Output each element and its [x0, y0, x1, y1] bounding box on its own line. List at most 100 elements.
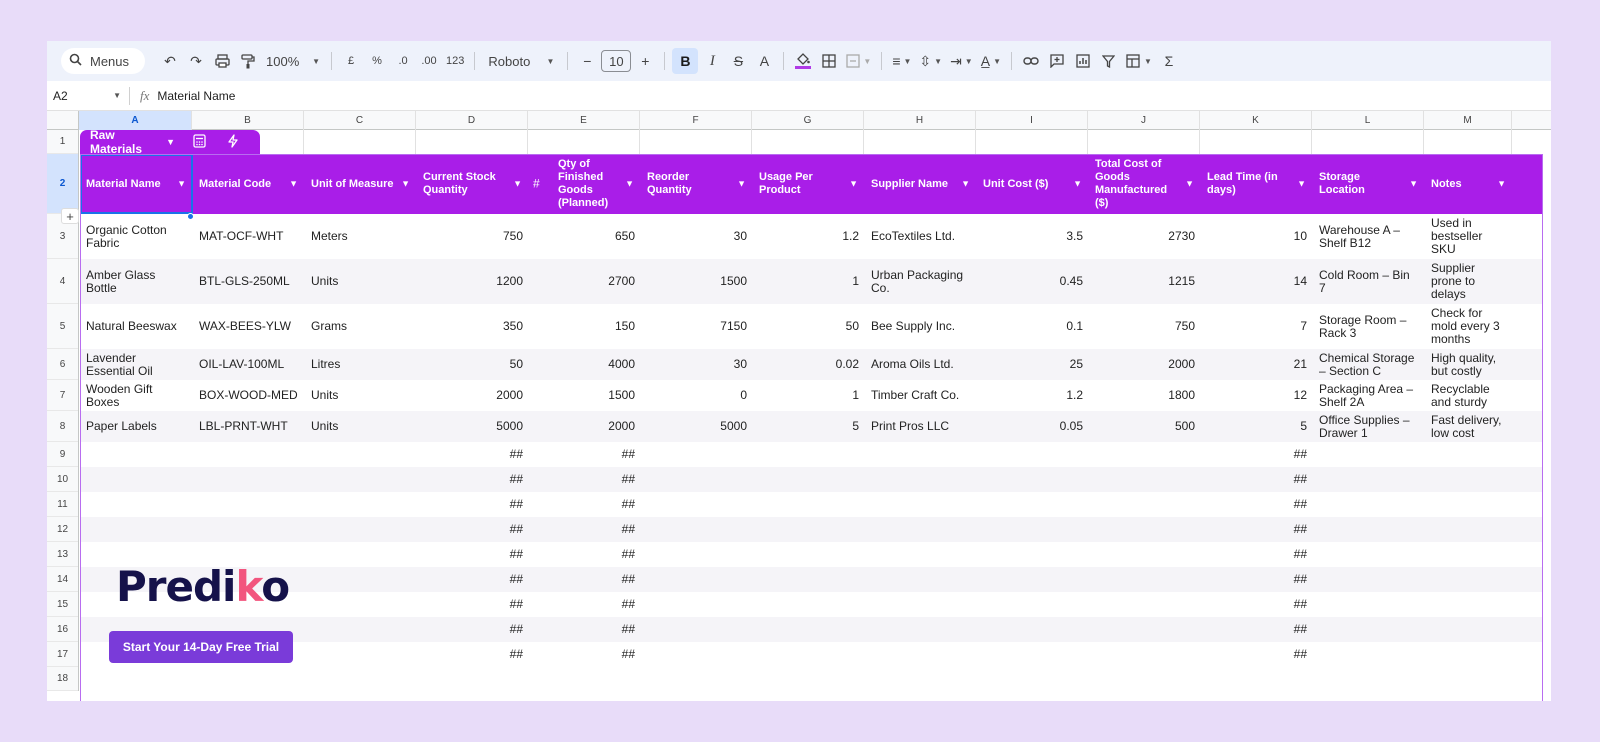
merge-cells-icon[interactable]: ▼ [843, 48, 874, 74]
lightning-icon[interactable] [228, 133, 238, 151]
table-cell[interactable] [1089, 467, 1201, 492]
table-cell[interactable] [305, 442, 417, 467]
chevron-down-icon[interactable]: ▼ [849, 178, 858, 191]
table-cell[interactable]: Units [305, 380, 417, 411]
row-header-5[interactable]: 5 [47, 304, 78, 349]
table-cell[interactable] [641, 442, 753, 467]
table-cell[interactable]: ## [529, 542, 641, 567]
table-cell[interactable]: 30 [641, 349, 753, 380]
table-cell[interactable]: ## [1201, 642, 1313, 667]
table-cell[interactable]: ## [529, 642, 641, 667]
table-cell[interactable]: ## [417, 567, 529, 592]
table-cell[interactable]: 10 [1201, 214, 1313, 259]
table-cell[interactable]: Cold Room – Bin 7 [1313, 259, 1425, 304]
table-cell[interactable] [193, 442, 305, 467]
table-cell[interactable] [1425, 642, 1513, 667]
table-cell[interactable]: Check for mold every 3 months [1425, 304, 1513, 349]
table-cell[interactable] [753, 467, 865, 492]
selection-fill-handle[interactable] [187, 213, 194, 220]
table-cell[interactable] [753, 442, 865, 467]
table-cell[interactable]: ## [1201, 517, 1313, 542]
table-cell[interactable]: 350 [417, 304, 529, 349]
table-cell[interactable]: Urban Packaging Co. [865, 259, 977, 304]
table-cell[interactable] [1313, 442, 1425, 467]
table-cell[interactable]: ## [1201, 467, 1313, 492]
print-icon[interactable] [210, 48, 234, 74]
table-cell[interactable]: 12 [1201, 380, 1313, 411]
table-cell[interactable]: ## [1201, 592, 1313, 617]
chevron-down-icon[interactable]: ▼ [401, 178, 410, 191]
row-header-6[interactable]: 6 [47, 349, 78, 380]
table-cell[interactable] [753, 517, 865, 542]
table-cell[interactable] [641, 592, 753, 617]
table-cell[interactable]: Storage Room – Rack 3 [1313, 304, 1425, 349]
table-cell[interactable] [305, 542, 417, 567]
table-cell[interactable] [753, 567, 865, 592]
strikethrough-button[interactable]: S [726, 48, 750, 74]
calculator-icon[interactable] [193, 133, 206, 151]
chevron-down-icon[interactable]: ▼ [166, 137, 175, 147]
table-cell[interactable]: Meters [305, 214, 417, 259]
horizontal-align-icon[interactable]: ≡ ▼ [889, 48, 914, 74]
table-cell[interactable] [865, 567, 977, 592]
table-cell[interactable] [977, 492, 1089, 517]
table-cell[interactable]: 1 [753, 380, 865, 411]
chevron-down-icon[interactable]: ▼ [737, 178, 746, 191]
table-cell[interactable]: 2000 [417, 380, 529, 411]
table-cell[interactable] [1425, 592, 1513, 617]
table-cell[interactable] [977, 617, 1089, 642]
table-cell[interactable] [977, 542, 1089, 567]
table-cell[interactable]: ## [529, 592, 641, 617]
bold-button[interactable]: B [672, 48, 699, 74]
table-cell[interactable]: WAX-BEES-YLW [193, 304, 305, 349]
header-cell[interactable]: Lead Time (in days) ▼ [1201, 154, 1313, 214]
table-cell[interactable] [305, 567, 417, 592]
table-cell[interactable]: 750 [1089, 304, 1201, 349]
table-cell[interactable] [753, 592, 865, 617]
table-cell[interactable]: 1 [753, 259, 865, 304]
table-view-icon[interactable]: ▼ [1123, 48, 1155, 74]
table-cell[interactable]: ## [417, 442, 529, 467]
table-cell[interactable]: Print Pros LLC [865, 411, 977, 442]
column-header-g[interactable]: G [752, 111, 864, 130]
table-cell[interactable]: ## [529, 467, 641, 492]
table-cell[interactable] [1089, 567, 1201, 592]
table-cell[interactable] [865, 442, 977, 467]
table-cell[interactable] [80, 442, 193, 467]
text-wrap-icon[interactable]: ⇥ ▼ [947, 48, 976, 74]
table-cell[interactable]: Paper Labels [80, 411, 193, 442]
table-cell[interactable] [641, 642, 753, 667]
table-cell[interactable]: 2730 [1089, 214, 1201, 259]
header-cell[interactable]: Reorder Quantity ▼ [641, 154, 753, 214]
table-cell[interactable]: 650 [529, 214, 641, 259]
table-cell[interactable]: 25 [977, 349, 1089, 380]
table-cell[interactable] [865, 467, 977, 492]
row-header-18[interactable]: 18 [47, 667, 78, 691]
table-cell[interactable]: 1500 [641, 259, 753, 304]
functions-button[interactable]: Σ [1157, 48, 1181, 74]
table-cell[interactable]: ## [529, 492, 641, 517]
text-rotation-icon[interactable]: A̲ ▼ [978, 48, 1004, 74]
header-cell[interactable]: Total Cost of Goods Manufactured ($) ▼ [1089, 154, 1201, 214]
column-header-c[interactable]: C [304, 111, 416, 130]
undo-icon[interactable]: ↶ [158, 48, 182, 74]
table-name-tab[interactable]: Raw Materials ▼ [80, 128, 260, 156]
table-cell[interactable]: 500 [1089, 411, 1201, 442]
table-cell[interactable]: Lavender Essential Oil [80, 349, 193, 380]
table-cell[interactable]: ## [529, 617, 641, 642]
table-cell[interactable]: Units [305, 411, 417, 442]
chevron-down-icon[interactable]: ▼ [1185, 178, 1194, 191]
table-cell[interactable]: 7150 [641, 304, 753, 349]
row-header-9[interactable]: 9 [47, 442, 78, 467]
table-cell[interactable]: OIL-LAV-100ML [193, 349, 305, 380]
table-cell[interactable] [977, 517, 1089, 542]
name-box[interactable]: A2 ▼ [47, 89, 129, 103]
percent-format-button[interactable]: % [365, 48, 389, 74]
row-header-17[interactable]: 17 [47, 642, 78, 667]
insert-link-icon[interactable] [1019, 48, 1043, 74]
table-cell[interactable] [753, 642, 865, 667]
row-header-12[interactable]: 12 [47, 517, 78, 542]
table-cell[interactable] [193, 492, 305, 517]
table-cell[interactable] [80, 467, 193, 492]
column-header-f[interactable]: F [640, 111, 752, 130]
